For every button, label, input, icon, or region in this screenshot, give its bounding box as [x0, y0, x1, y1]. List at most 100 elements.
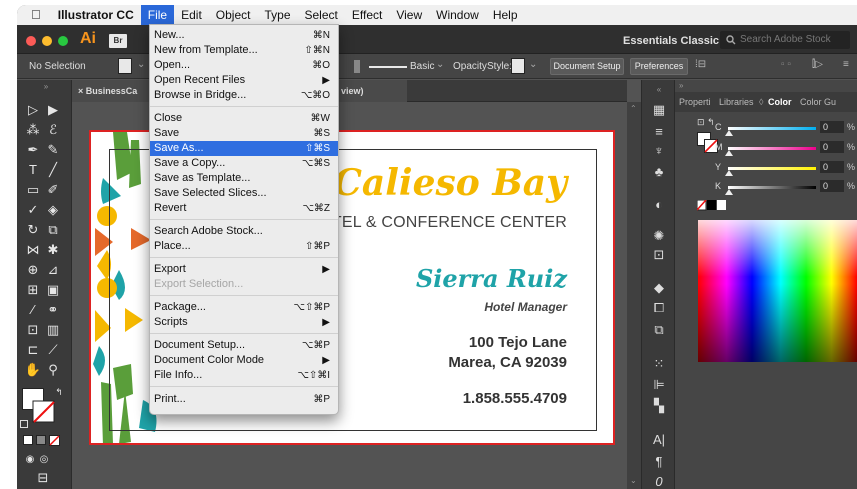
blend-tool-icon[interactable]: ⚭ — [44, 302, 62, 318]
line-tool-icon[interactable]: ╱ — [44, 162, 62, 178]
menu-item-place[interactable]: Place... ⇧⌘P — [150, 239, 338, 254]
magenta-slider-thumb[interactable] — [725, 150, 733, 156]
rectangle-tool-icon[interactable]: ▭ — [24, 182, 42, 198]
minimize-window-button[interactable] — [42, 36, 52, 46]
chevron-down-icon[interactable]: ⌄ — [137, 59, 145, 70]
chevron-down-icon[interactable]: ⌄ — [529, 59, 537, 70]
transform-icon[interactable]: ⫿▷ — [812, 59, 823, 70]
preferences-button[interactable]: Preferences — [630, 58, 688, 75]
menu-item-export[interactable]: Export ▶ — [150, 262, 338, 277]
graphic-styles-icon[interactable]: ✺ — [651, 228, 667, 244]
menu-item-save-as-template[interactable]: Save as Template... — [150, 171, 338, 186]
yellow-slider[interactable] — [728, 167, 816, 170]
swatches-panel-icon[interactable]: ⊫ — [651, 377, 667, 393]
menu-item-new-from-template[interactable]: New from Template... ⇧⌘N — [150, 43, 338, 58]
quick-swatches[interactable] — [697, 200, 727, 211]
close-window-button[interactable] — [26, 36, 36, 46]
opacity-label[interactable]: Opacity — [453, 61, 487, 72]
tab-libraries[interactable]: Libraries — [719, 97, 754, 107]
lasso-icon[interactable]: ℰ — [44, 122, 62, 138]
menu-item-save-selected-slices[interactable]: Save Selected Slices... — [150, 186, 338, 201]
menu-help[interactable]: Help — [486, 5, 525, 25]
eyedropper-icon[interactable]: ⁄ — [24, 302, 42, 318]
menu-edit[interactable]: Edit — [174, 5, 209, 25]
align-panel-icon[interactable]: ≡ — [651, 124, 667, 140]
collapse-icon[interactable]: » — [37, 79, 55, 95]
character-panel-icon[interactable]: A| — [651, 432, 667, 448]
graphic-style-swatch[interactable] — [511, 58, 525, 74]
menu-item-open[interactable]: Open... ⌘O — [150, 58, 338, 73]
links-panel-icon[interactable]: ⧉ — [651, 322, 667, 338]
vertical-scrollbar[interactable]: ⌃ ⌄ — [627, 102, 641, 489]
menu-file[interactable]: File — [140, 5, 175, 25]
mesh-tool-icon[interactable]: ⊞ — [24, 282, 42, 298]
menu-item-file-info[interactable]: File Info... ⌥⇧⌘I — [150, 368, 338, 383]
gradient-mode-icon[interactable] — [36, 435, 46, 445]
hand-tool-icon[interactable]: ✋ — [24, 362, 42, 378]
artboard-tool-icon[interactable]: ⊏ — [24, 342, 42, 358]
default-colors-icon[interactable] — [20, 420, 28, 428]
cyan-slider[interactable] — [728, 127, 816, 130]
align-icon[interactable]: ▫ ▫ — [781, 59, 791, 70]
panel-menu-icon[interactable]: ≡ — [843, 59, 849, 70]
symbol-sprayer-icon[interactable]: ⊡ — [24, 322, 42, 338]
menu-item-browse-bridge[interactable]: Browse in Bridge... ⌥⌘O — [150, 88, 338, 103]
menu-item-print[interactable]: Print... ⌘P — [150, 392, 338, 407]
type-tool-icon[interactable]: T — [24, 162, 42, 178]
asset-export-icon[interactable]: ⁙ — [651, 356, 667, 372]
transform-panel-icon[interactable]: ▦ — [651, 102, 667, 118]
menu-item-open-recent[interactable]: Open Recent Files ▶ — [150, 73, 338, 88]
layers-panel-icon[interactable]: ◆ — [651, 280, 667, 296]
menu-item-save-a-copy[interactable]: Save a Copy... ⌥⌘S — [150, 156, 338, 171]
yellow-value[interactable]: 0 — [820, 161, 844, 173]
menu-item-save-as[interactable]: Save As... ⇧⌘S — [150, 141, 338, 156]
black-value[interactable]: 0 — [820, 180, 844, 192]
screen-mode-icon[interactable]: ⊟ — [34, 470, 52, 486]
menu-item-document-setup[interactable]: Document Setup... ⌥⌘P — [150, 338, 338, 353]
fill-swatch[interactable] — [118, 58, 132, 74]
shaper-tool-icon[interactable]: ✓ — [24, 202, 42, 218]
free-transform-icon[interactable]: ✱ — [44, 242, 62, 258]
arrange-icon[interactable]: ⁞⊟ — [695, 59, 706, 70]
menu-item-close[interactable]: Close ⌘W — [150, 111, 338, 126]
direct-selection-tool-icon[interactable]: ▶ — [44, 102, 62, 118]
image-trace-icon[interactable]: ⊡ — [651, 247, 667, 263]
opentype-panel-icon[interactable]: 0 — [651, 474, 667, 489]
color-spectrum[interactable] — [698, 220, 857, 362]
black-slider-thumb[interactable] — [725, 189, 733, 195]
tab-color-guide[interactable]: Color Gu — [800, 97, 836, 107]
width-tool-icon[interactable]: ⋈ — [24, 242, 42, 258]
menu-item-save[interactable]: Save ⌘S — [150, 126, 338, 141]
gradient-tool-icon[interactable]: ▣ — [44, 282, 62, 298]
stroke-style-label[interactable]: Basic — [410, 61, 434, 72]
collapse-icon[interactable]: « — [651, 82, 667, 98]
artboards-panel-icon[interactable]: ⧠ — [651, 300, 667, 316]
close-tab-icon[interactable]: × — [78, 86, 83, 96]
perspective-grid-icon[interactable]: ⊿ — [44, 262, 62, 278]
menu-item-search-adobe-stock[interactable]: Search Adobe Stock... — [150, 224, 338, 239]
menu-illustrator[interactable]: Illustrator CC — [51, 5, 141, 25]
magenta-value[interactable]: 0 — [820, 141, 844, 153]
menu-select[interactable]: Select — [298, 5, 345, 25]
shape-builder-icon[interactable]: ⊕ — [24, 262, 42, 278]
tab-properties[interactable]: Properti — [679, 97, 711, 107]
menu-type[interactable]: Type — [257, 5, 297, 25]
curvature-tool-icon[interactable]: ✎ — [44, 142, 62, 158]
black-slider[interactable] — [728, 186, 816, 189]
magic-wand-icon[interactable]: ⁂ — [24, 122, 42, 138]
eraser-icon[interactable]: ◈ — [44, 202, 62, 218]
yellow-slider-thumb[interactable] — [725, 170, 733, 176]
menu-item-revert[interactable]: Revert ⌥⌘Z — [150, 201, 338, 216]
scroll-down-icon[interactable]: ⌄ — [630, 476, 637, 485]
magenta-slider[interactable] — [728, 147, 816, 150]
symbols-panel-icon[interactable]: ♣ — [651, 164, 667, 180]
zoom-tool-icon[interactable]: ⚲ — [44, 362, 62, 378]
scroll-up-icon[interactable]: ⌃ — [630, 104, 637, 113]
appearance-panel-icon[interactable]: ◐ — [651, 197, 667, 213]
fill-stroke-swap-icon[interactable]: ⊡ ↰ — [697, 117, 715, 128]
paragraph-panel-icon[interactable]: ¶ — [651, 454, 667, 470]
zoom-window-button[interactable] — [58, 36, 68, 46]
collapse-icon[interactable]: » — [679, 81, 683, 90]
graph-tool-icon[interactable]: ▥ — [44, 322, 62, 338]
color-mode-icon[interactable] — [23, 435, 33, 445]
